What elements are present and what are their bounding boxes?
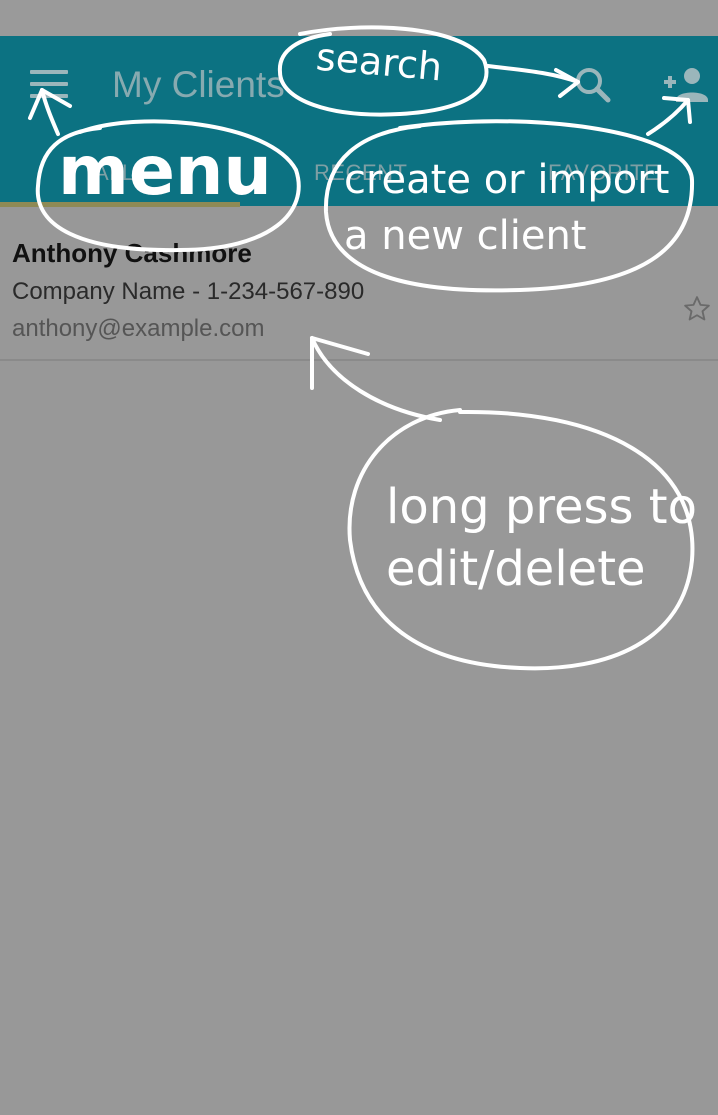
menu-button[interactable] bbox=[28, 66, 72, 106]
client-email: anthony@example.com bbox=[12, 315, 265, 342]
app-title: My Clients bbox=[112, 64, 285, 105]
annotation-long-press: long press to edit/delete bbox=[386, 479, 697, 597]
client-name: Anthony Cashmore bbox=[12, 238, 252, 268]
star-outline-icon bbox=[684, 296, 710, 321]
hamburger-menu-icon bbox=[30, 70, 68, 74]
client-company-phone: Company Name - 1-234-567-890 bbox=[12, 278, 365, 305]
list-divider bbox=[0, 359, 718, 361]
add-client-button[interactable] bbox=[660, 62, 712, 108]
favorite-toggle[interactable] bbox=[682, 294, 712, 324]
status-bar bbox=[0, 0, 718, 36]
search-icon bbox=[576, 68, 611, 103]
search-button[interactable] bbox=[570, 62, 616, 108]
add-person-icon bbox=[664, 68, 708, 102]
annotation-create-client: create or import a new client bbox=[344, 157, 670, 259]
annotation-menu: menu bbox=[58, 132, 272, 211]
